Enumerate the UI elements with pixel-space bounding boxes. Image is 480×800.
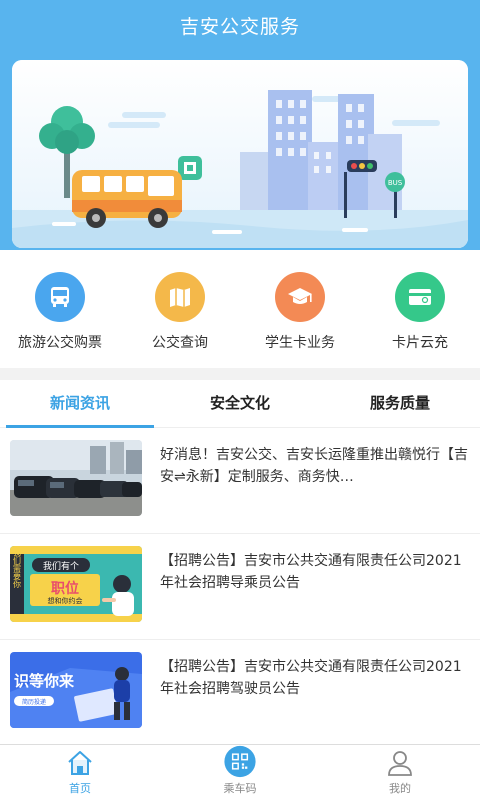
news-item[interactable]: 我们需要你 我们有个 职位 想和你约会 【招聘公告】吉安市公共交通有限责任公司2…: [0, 534, 480, 640]
bus-stop-sign-text: BUS: [388, 179, 403, 187]
user-icon: [388, 751, 412, 776]
service-grid: 旅游公交购票 公交查询 学生卡业务 卡片云充: [0, 250, 480, 368]
news-thumbnail: 我们需要你 我们有个 职位 想和你约会: [10, 546, 142, 622]
card-icon: [395, 272, 445, 322]
banner[interactable]: BUS: [12, 60, 468, 248]
nav-label: 我的: [389, 782, 411, 795]
service-bus-query[interactable]: 公交查询: [120, 250, 240, 368]
thumb-button-text: 简历投递: [22, 698, 46, 706]
bottom-nav: 首页 乘车码 我的: [0, 744, 480, 800]
tab-news[interactable]: 新闻资讯: [0, 380, 160, 428]
qr-code-icon: [224, 745, 256, 778]
news-title: 【招聘公告】吉安市公共交通有限责任公司2021年社会招聘驾驶员公告: [160, 659, 462, 697]
nav-label: 乘车码: [223, 782, 257, 795]
service-label: 学生卡业务: [265, 335, 335, 351]
news-item[interactable]: 好消息！吉安公交、吉安长运隆重推出赣悦行【吉安⇌永新】定制服务、商务快…: [0, 428, 480, 534]
service-card-recharge[interactable]: 卡片云充: [360, 250, 480, 368]
news-thumbnail: [10, 440, 142, 516]
bus-icon: [35, 272, 85, 322]
nav-mine[interactable]: 我的: [320, 745, 480, 800]
thumb-main-text: 识等你来: [14, 672, 75, 690]
map-icon: [155, 272, 205, 322]
news-tabs: 新闻资讯 安全文化 服务质量: [0, 380, 480, 428]
news-title: 【招聘公告】吉安市公共交通有限责任公司2021年社会招聘导乘员公告: [160, 553, 462, 591]
service-tour-bus-ticket[interactable]: 旅游公交购票: [0, 250, 120, 368]
news-thumbnail: 识等你来 简历投递: [10, 652, 142, 728]
service-label: 旅游公交购票: [18, 335, 102, 351]
news-item[interactable]: 识等你来 简历投递 【招聘公告】吉安市公共交通有限责任公司2021年社会招聘驾驶…: [0, 640, 480, 744]
news-title: 好消息！吉安公交、吉安长运隆重推出赣悦行【吉安⇌永新】定制服务、商务快…: [160, 447, 468, 485]
thumb-sub-text: 想和你约会: [48, 596, 83, 605]
thumb-bubble-text: 我们有个: [43, 560, 79, 572]
thumb-side-text: 我们需要你: [13, 547, 22, 588]
news-list: 好消息！吉安公交、吉安长运隆重推出赣悦行【吉安⇌永新】定制服务、商务快… 我们需…: [0, 428, 480, 744]
nav-home[interactable]: 首页: [0, 745, 160, 800]
tab-service-quality[interactable]: 服务质量: [320, 380, 480, 427]
tab-safety-culture[interactable]: 安全文化: [160, 380, 320, 427]
thumb-big-text: 职位: [51, 580, 79, 597]
nav-label: 首页: [69, 782, 91, 795]
graduation-cap-icon: [275, 272, 325, 322]
service-label: 公交查询: [152, 335, 208, 351]
service-label: 卡片云充: [392, 335, 448, 351]
home-icon: [68, 751, 92, 775]
nav-ride-code[interactable]: 乘车码: [160, 745, 320, 800]
page-title: 吉安公交服务: [179, 16, 300, 38]
service-student-card[interactable]: 学生卡业务: [240, 250, 360, 368]
